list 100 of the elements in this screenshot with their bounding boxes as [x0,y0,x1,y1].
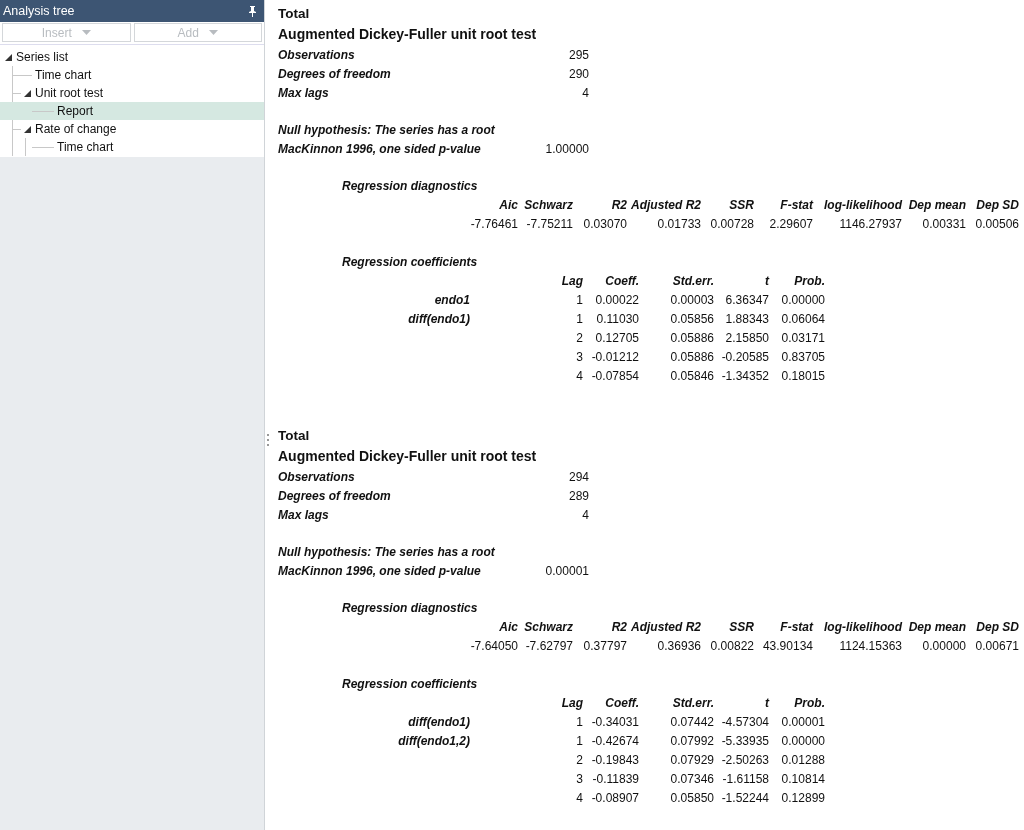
stat-value: 289 [567,488,589,505]
table-cell-text: 2.15850 [724,330,769,347]
table-cell-text: 0.07442 [669,714,714,731]
table-cell-text: -7.64050 [469,638,518,655]
column-header: t [764,273,769,290]
tree-item[interactable]: Time chart [0,138,264,156]
table-cell-text: 0.05886 [669,330,714,347]
splitter-grip-icon[interactable] [267,434,270,446]
stat-label: Degrees of freedom [278,488,392,505]
expanded-triangle-icon[interactable] [5,53,12,61]
table-cell-text: 0.07992 [669,733,714,750]
table-cell-text: -0.07854 [590,368,639,385]
table-cell-text: 0.07346 [669,771,714,788]
section-title: Regression diagnostics [342,600,479,617]
table-cell-text: 43.90134 [761,638,813,655]
tree-item[interactable]: Report [0,102,264,120]
column-header: Dep SD [975,197,1019,214]
table-cell-text: 3 [575,349,583,366]
tree-item[interactable]: Unit root test [0,84,264,102]
table-cell-text: 0.03070 [582,216,627,233]
table-cell-text: 1124.15363 [838,638,902,655]
table-cell-text: 1 [575,311,583,328]
column-header: Aic [498,197,518,214]
column-header: Lag [560,695,583,712]
table-cell-text: 0.00671 [974,638,1019,655]
tree-item[interactable]: Rate of change [0,120,264,138]
table-cell-text: 0.37797 [582,638,627,655]
test-title: Augmented Dickey-Fuller unit root test [278,25,538,44]
table-cell-text: -4.57304 [720,714,769,731]
row-label: diff(endo1) [407,714,470,731]
section-title: Regression coefficients [342,254,479,271]
null-hypothesis-text: Null hypothesis: The series has a root [278,544,496,561]
table-cell-text: -5.33935 [720,733,769,750]
row-label: diff(endo1) [407,311,470,328]
column-header: SSR [728,619,754,636]
table-cell-text: 0.00000 [780,292,825,309]
column-header: Dep mean [907,197,966,214]
stat-label: Degrees of freedom [278,66,392,83]
table-cell-text: -1.52244 [720,790,769,807]
table-cell-text: -1.61158 [721,771,769,788]
table-cell-text: 0.00000 [780,733,825,750]
caret-icon [81,30,91,35]
table-cell-text: 4 [575,368,583,385]
table-cell-text: -0.42674 [590,733,639,750]
table-cell-text: 0.01733 [656,216,701,233]
table-cell-text: 0.05856 [669,311,714,328]
table-cell-text: 0.03171 [780,330,825,347]
table-cell-text: 4 [575,790,583,807]
table-cell-text: -0.01212 [590,349,639,366]
stat-value: 294 [567,469,589,486]
row-label: diff(endo1,2) [397,733,470,750]
stat-label: MacKinnon 1996, one sided p-value [278,141,482,158]
caret-icon [208,30,218,35]
table-cell-text: -0.11839 [591,771,639,788]
expanded-triangle-icon[interactable] [24,125,31,133]
column-header: Aic [498,619,518,636]
table-cell-text: 0.83705 [780,349,825,366]
table-cell-text: 1 [575,714,583,731]
column-header: Std.err. [671,695,714,712]
table-cell-text: 2 [575,752,583,769]
report-title: Total [278,427,311,445]
column-header: Lag [560,273,583,290]
column-header: Adjusted R2 [630,197,701,214]
table-cell-text: 0.12899 [780,790,825,807]
table-cell-text: 2 [575,330,583,347]
table-cell-text: -7.62797 [524,638,573,655]
column-header: Dep mean [907,619,966,636]
table-cell-text: 0.11030 [595,311,639,328]
table-cell-text: 0.05886 [669,349,714,366]
tree-item[interactable]: Time chart [0,66,264,84]
column-header: Schwarz [523,619,573,636]
stat-value: 4 [581,507,589,524]
stat-value: 295 [567,47,589,64]
table-cell-text: -0.19843 [590,752,639,769]
panel-title: Analysis tree [3,4,75,18]
section-title: Regression coefficients [342,676,479,693]
column-header: Adjusted R2 [630,619,701,636]
table-cell-text: 0.36936 [656,638,701,655]
column-header: Schwarz [523,197,573,214]
table-cell-text: 0.00003 [669,292,714,309]
column-header: R2 [610,197,627,214]
column-header: t [764,695,769,712]
stat-value: 4 [581,85,589,102]
table-cell-text: 0.05846 [669,368,714,385]
stat-value: 290 [567,66,589,83]
pin-icon[interactable] [249,5,256,17]
null-hypothesis-text: Null hypothesis: The series has a root [278,122,496,139]
column-header: Prob. [793,695,825,712]
table-cell-text: 1 [575,292,583,309]
table-cell-text: 0.00022 [594,292,639,309]
expanded-triangle-icon[interactable] [24,89,31,97]
p-value: 0.00001 [544,563,589,580]
stat-label: Observations [278,469,356,486]
stat-label: Max lags [278,85,330,102]
table-cell-text: 3 [575,771,583,788]
tree-item[interactable]: Series list [0,48,264,66]
table-cell-text: -0.34031 [590,714,639,731]
table-cell-text: 0.10814 [780,771,825,788]
test-title: Augmented Dickey-Fuller unit root test [278,447,538,466]
row-label: endo1 [433,292,470,309]
